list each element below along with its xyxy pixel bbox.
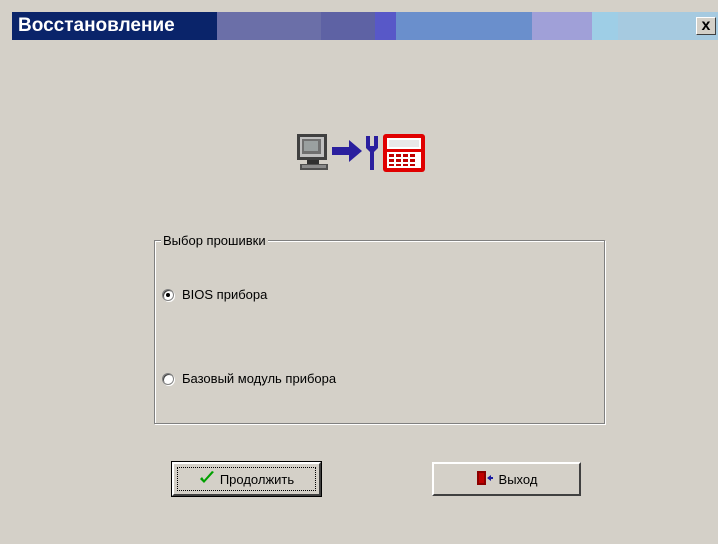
radio-option-bios[interactable]: BIOS прибора [162,287,267,302]
title-gradient-segment [217,12,321,40]
title-gradient-segment [375,12,396,40]
checkmark-icon [199,470,215,489]
hero-illustration [294,128,454,176]
radio-button[interactable] [162,372,174,385]
close-icon: x [701,17,711,34]
exit-door-icon [476,470,494,489]
device-icon [383,134,425,172]
restore-dialog: Восстановление x Выбор прошивки BIOS при… [0,0,718,544]
title-gradient-segment [396,12,532,40]
radio-label-base-module: Базовый модуль прибора [182,371,337,386]
wrench-icon [366,136,378,170]
continue-button[interactable]: Продолжить [171,461,322,497]
computer-icon [297,134,328,170]
radio-button-checked[interactable] [162,288,174,301]
radio-option-base-module[interactable]: Базовый модуль прибора [162,371,336,386]
continue-button-label: Продолжить [219,471,295,487]
firmware-group-label: Выбор прошивки [161,233,268,248]
window-title: Восстановление [18,15,175,36]
title-gradient-segment [532,12,592,40]
close-button[interactable]: x [696,17,716,35]
firmware-groupbox [154,240,605,424]
title-gradient-segment [592,12,618,40]
title-gradient-segment [321,12,375,40]
radio-label-bios: BIOS прибора [182,287,268,302]
exit-button[interactable]: Выход [432,462,581,496]
arrow-right-icon [332,140,362,162]
exit-button-label: Выход [498,471,538,487]
title-bar[interactable]: Восстановление x [12,12,718,40]
